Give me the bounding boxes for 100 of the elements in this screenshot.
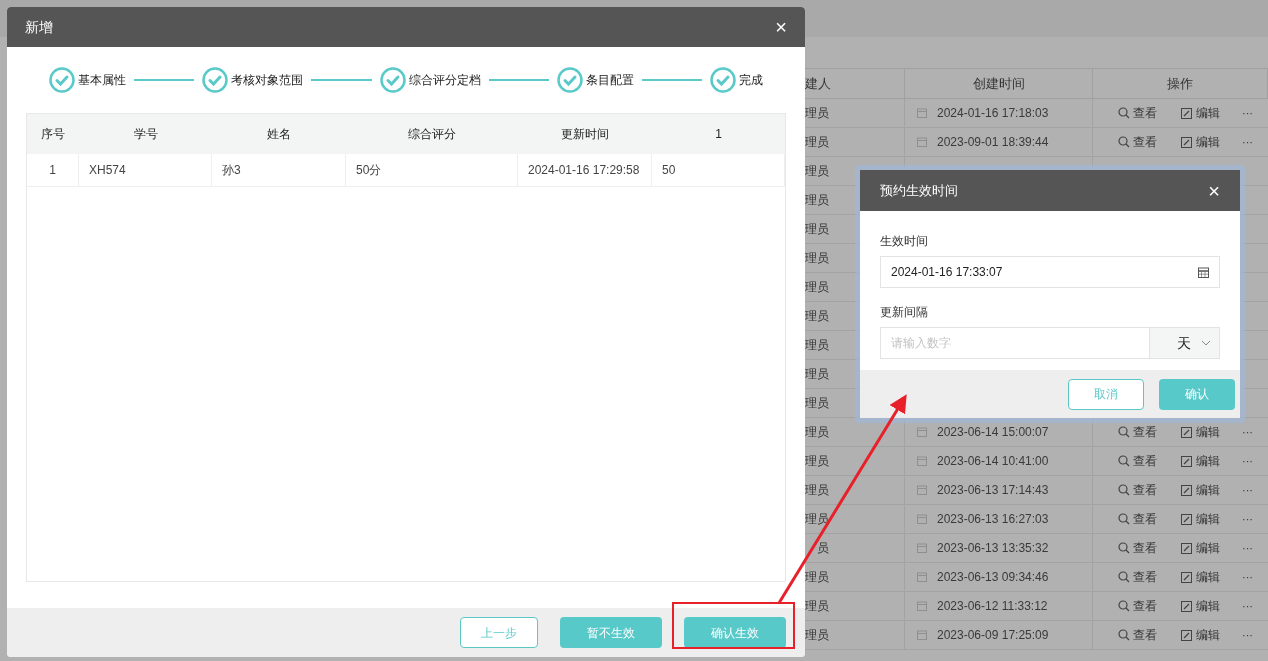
table-cell-text: 理员 (805, 134, 829, 151)
more-button[interactable]: ··· (1242, 452, 1253, 470)
dialog-title: 预约生效时间 (880, 181, 958, 200)
search-icon (1118, 107, 1130, 119)
edit-link[interactable]: 编辑 (1181, 626, 1220, 644)
edit-link[interactable]: 编辑 (1181, 597, 1220, 615)
table-cell-text: 理员 (805, 105, 829, 122)
calendar-icon (917, 572, 927, 582)
more-button[interactable]: ··· (1242, 423, 1253, 441)
table-cell-text: 2023-06-14 15:00:07 (937, 424, 1049, 441)
close-button[interactable]: × (1208, 180, 1220, 201)
table-cell-text: 理员 (805, 482, 829, 499)
edit-link[interactable]: 编辑 (1181, 133, 1220, 151)
edit-icon (1181, 136, 1192, 148)
column-header: 操作 (1167, 74, 1193, 93)
edit-link[interactable]: 编辑 (1181, 452, 1220, 470)
view-link[interactable]: 查看 (1118, 539, 1157, 557)
search-icon (1118, 629, 1130, 641)
more-button[interactable]: ··· (1242, 539, 1253, 557)
table-cell-text: 理员 (805, 569, 829, 586)
table-cell-text: 理员 (805, 453, 829, 470)
unit-dropdown[interactable]: 天 (1150, 328, 1219, 358)
edit-icon (1181, 455, 1192, 467)
calendar-icon (917, 514, 927, 524)
more-button[interactable]: ··· (1242, 510, 1253, 528)
view-link[interactable]: 查看 (1118, 104, 1157, 122)
column-header: 建人 (805, 74, 831, 93)
table-cell-text: 2023-06-12 11:33:12 (937, 598, 1048, 615)
view-link[interactable]: 查看 (1118, 510, 1157, 528)
search-icon (1118, 484, 1130, 496)
table-cell-text: 理员 (805, 221, 829, 238)
table-cell-text: 2023-06-13 09:34:46 (937, 569, 1049, 586)
more-button[interactable]: ··· (1242, 626, 1253, 644)
table-cell-text: 50 (662, 162, 676, 179)
step-label: 综合评分定档 (408, 72, 481, 89)
table-cell-text: 员 (817, 540, 829, 557)
edit-link[interactable]: 编辑 (1181, 423, 1220, 441)
field-label: 生效时间 (880, 233, 929, 250)
more-button[interactable]: ··· (1242, 597, 1253, 615)
edit-link[interactable]: 编辑 (1181, 510, 1220, 528)
view-link[interactable]: 查看 (1118, 133, 1157, 151)
table-cell-text: XH574 (89, 162, 126, 179)
table-cell-text: 理员 (805, 308, 829, 325)
table-cell-text: 2024-01-16 17:29:58 (528, 162, 640, 179)
calendar-icon (917, 456, 927, 466)
close-button[interactable]: × (775, 17, 787, 37)
more-button[interactable]: ··· (1242, 481, 1253, 499)
more-button[interactable]: ··· (1242, 133, 1253, 151)
calendar-icon (917, 485, 927, 495)
edit-icon (1181, 484, 1192, 496)
view-link[interactable]: 查看 (1118, 423, 1157, 441)
view-link[interactable]: 查看 (1118, 481, 1157, 499)
more-button[interactable]: ··· (1242, 104, 1253, 122)
chevron-down-icon (1201, 340, 1211, 346)
edit-link[interactable]: 编辑 (1181, 539, 1220, 557)
table-cell-text: 2024-01-16 17:18:03 (937, 105, 1049, 122)
calendar-icon (917, 543, 927, 553)
edit-link[interactable]: 编辑 (1181, 104, 1220, 122)
column-header: 创建时间 (972, 74, 1025, 93)
calendar-icon (1198, 266, 1209, 278)
table-cell-text: 理员 (805, 424, 829, 441)
edit-icon (1181, 629, 1192, 641)
table-cell-text: 理员 (805, 279, 829, 296)
edit-icon (1181, 542, 1192, 554)
column-header: 1 (715, 126, 722, 143)
table-cell-text: 1 (49, 162, 56, 179)
view-link[interactable]: 查看 (1118, 626, 1157, 644)
table-cell-text: 理员 (805, 627, 829, 644)
view-link[interactable]: 查看 (1118, 452, 1157, 470)
search-icon (1118, 542, 1130, 554)
table-cell-text: 孙3 (222, 162, 241, 179)
step-label: 完成 (739, 72, 763, 89)
edit-link[interactable]: 编辑 (1181, 481, 1220, 499)
table-cell-text: 理员 (805, 395, 829, 412)
table-cell-text: 2023-06-13 16:27:03 (937, 511, 1049, 528)
column-header: 序号 (41, 126, 65, 143)
view-link[interactable]: 查看 (1118, 597, 1157, 615)
calendar-icon (917, 137, 927, 147)
step-label: 条目配置 (585, 72, 634, 89)
search-icon (1118, 426, 1130, 438)
calendar-icon (917, 601, 927, 611)
view-link[interactable]: 查看 (1118, 568, 1157, 586)
column-header: 更新时间 (561, 126, 609, 143)
edit-icon (1181, 513, 1192, 525)
search-icon (1118, 136, 1130, 148)
more-button[interactable]: ··· (1242, 568, 1253, 586)
table-cell-text: 2023-06-13 17:14:43 (937, 482, 1049, 499)
table-cell-text: 50分 (356, 162, 382, 179)
table-cell-text: 理员 (805, 337, 829, 354)
date-field[interactable]: 2024-01-16 17:33:07 (880, 256, 1220, 288)
column-header: 学号 (133, 126, 158, 143)
calendar-icon (917, 630, 927, 640)
table-cell-text: 理员 (805, 192, 829, 209)
step-label: 基本属性 (78, 72, 126, 89)
table-cell-text: 2023-06-14 10:41:00 (937, 453, 1049, 470)
edit-link[interactable]: 编辑 (1181, 568, 1220, 586)
table-cell-text: 理员 (805, 366, 829, 383)
table-cell-text: 2023-09-01 18:39:44 (937, 134, 1049, 151)
field-label: 更新间隔 (880, 304, 929, 321)
table-cell-text: 理员 (805, 163, 829, 180)
